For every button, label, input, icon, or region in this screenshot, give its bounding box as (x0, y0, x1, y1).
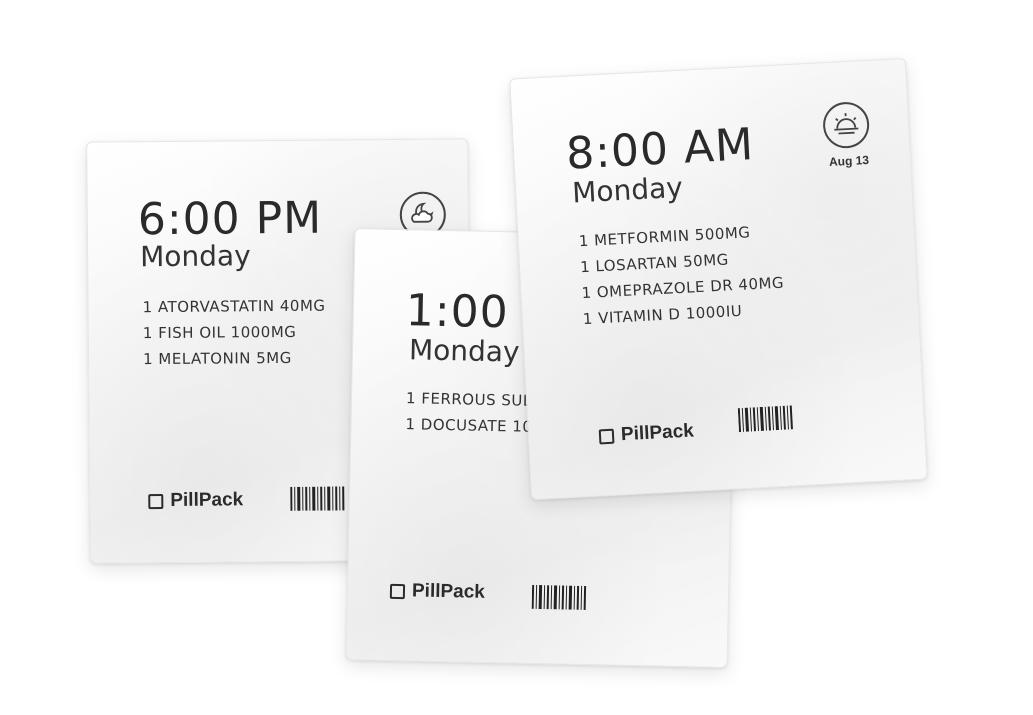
barcode (531, 584, 587, 610)
medication-list: 1 METFORMIN 500MG 1 LOSARTAN 50MG 1 OMEP… (578, 218, 786, 332)
barcode (737, 405, 793, 433)
logo-square (598, 428, 615, 444)
medication-list: 1 ATORVASTATIN 40MG 1 FISH OIL 1000MG 1 … (142, 293, 326, 373)
packet-morning: 8:00 AM Monday Aug 13 1 METFORMIN 500MG … (509, 57, 928, 501)
pillpack-logo: PillPack (148, 489, 243, 512)
packet-time: 8:00 AM (564, 118, 756, 180)
pill-packets-scene: 6:00 PM Monday 1 ATORVASTATIN 40MG 1 FIS… (0, 0, 1033, 715)
packet-date: Aug 13 (828, 152, 870, 170)
pillpack-logo: PillPack (598, 421, 695, 448)
medication-item: 1 ATORVASTATIN 40MG (142, 296, 326, 317)
pillpack-logo: PillPack (389, 580, 485, 604)
logo-square (148, 493, 164, 509)
medication-item: 1 MELATONIN 5MG (142, 348, 292, 369)
sunrise-icon (821, 100, 871, 150)
barcode (290, 486, 345, 511)
packet-day: Monday (140, 239, 251, 274)
packet-day: Monday (571, 170, 684, 210)
medication-item: 1 FISH OIL 1000MG (142, 322, 297, 343)
logo-square (389, 583, 406, 599)
packet-time: 6:00 PM (137, 192, 323, 246)
packet-day: Monday (408, 333, 520, 369)
